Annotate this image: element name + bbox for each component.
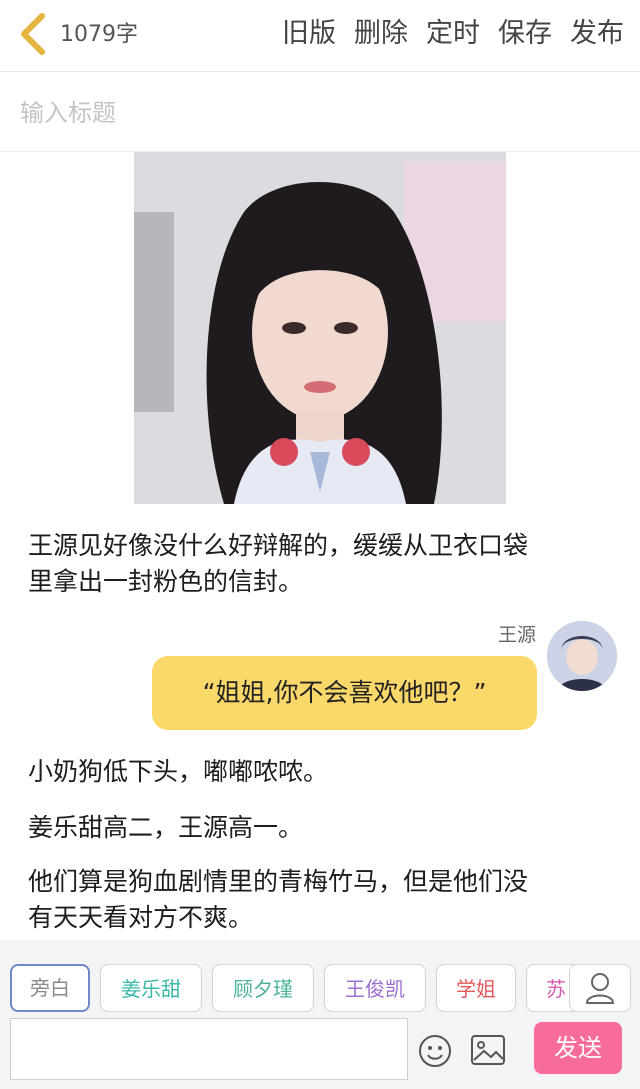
paragraph-1-line-2: 里拿出一封粉色的信封。 bbox=[28, 567, 304, 596]
publish-button[interactable]: 发布 bbox=[570, 16, 624, 52]
person-icon bbox=[585, 973, 615, 1004]
emoji-icon[interactable] bbox=[418, 1034, 452, 1068]
send-button[interactable]: 发送 bbox=[534, 1022, 622, 1074]
image-icon[interactable] bbox=[470, 1034, 506, 1066]
role-chip-wang-junkai[interactable]: 王俊凯 bbox=[324, 964, 426, 1012]
delete-button[interactable]: 删除 bbox=[354, 16, 408, 52]
old-version-button[interactable]: 旧版 bbox=[282, 16, 336, 52]
schedule-button[interactable]: 定时 bbox=[426, 16, 480, 52]
back-arrow-icon[interactable] bbox=[14, 10, 50, 58]
top-actions: 旧版 删除 定时 保存 发布 bbox=[264, 16, 624, 52]
add-role-button[interactable] bbox=[569, 964, 631, 1012]
speaker-name: 王源 bbox=[497, 624, 536, 646]
paragraph-4-line-2: 有天天看对方不爽。 bbox=[28, 903, 254, 932]
title-row bbox=[0, 72, 640, 152]
role-chip-label: 顾夕瑾 bbox=[233, 977, 293, 1001]
paragraph-3: 姜乐甜高二，王源高一。 bbox=[28, 813, 304, 842]
role-chip-label: 苏 bbox=[546, 977, 566, 1001]
dialogue-bubble[interactable]: “姐姐,你不会喜欢他吧？” bbox=[152, 656, 537, 730]
bottom-toolbar: 旁白 姜乐甜 顾夕瑾 王俊凯 学姐 苏 发送 bbox=[0, 940, 640, 1089]
paragraph-2: 小奶狗低下头，嘟嘟哝哝。 bbox=[28, 757, 329, 786]
role-chip-label: 旁白 bbox=[30, 976, 70, 1000]
word-count: 1079字 bbox=[60, 22, 138, 47]
role-chip-label: 姜乐甜 bbox=[121, 977, 181, 1001]
top-bar: 1079字 旧版 删除 定时 保存 发布 bbox=[0, 0, 640, 72]
message-input[interactable] bbox=[10, 1018, 408, 1080]
portrait-image bbox=[134, 152, 506, 504]
role-chip-narrator[interactable]: 旁白 bbox=[10, 964, 90, 1012]
role-chip-gu-xijin[interactable]: 顾夕瑾 bbox=[212, 964, 314, 1012]
save-button[interactable]: 保存 bbox=[498, 16, 552, 52]
avatar-image bbox=[547, 621, 617, 691]
role-chip-jiang-letian[interactable]: 姜乐甜 bbox=[100, 964, 202, 1012]
role-chip-label: 王俊凯 bbox=[345, 977, 405, 1001]
paragraph-1-line-1: 王源见好像没什么好辩解的，缓缓从卫衣口袋 bbox=[28, 531, 529, 560]
title-input[interactable] bbox=[18, 92, 622, 134]
paragraph-4-line-1: 他们算是狗血剧情里的青梅竹马，但是他们没 bbox=[28, 867, 529, 896]
story-image bbox=[134, 152, 506, 504]
role-chip-senior-sister[interactable]: 学姐 bbox=[436, 964, 516, 1012]
role-chip-label: 学姐 bbox=[456, 977, 496, 1001]
speaker-avatar[interactable] bbox=[547, 621, 617, 691]
